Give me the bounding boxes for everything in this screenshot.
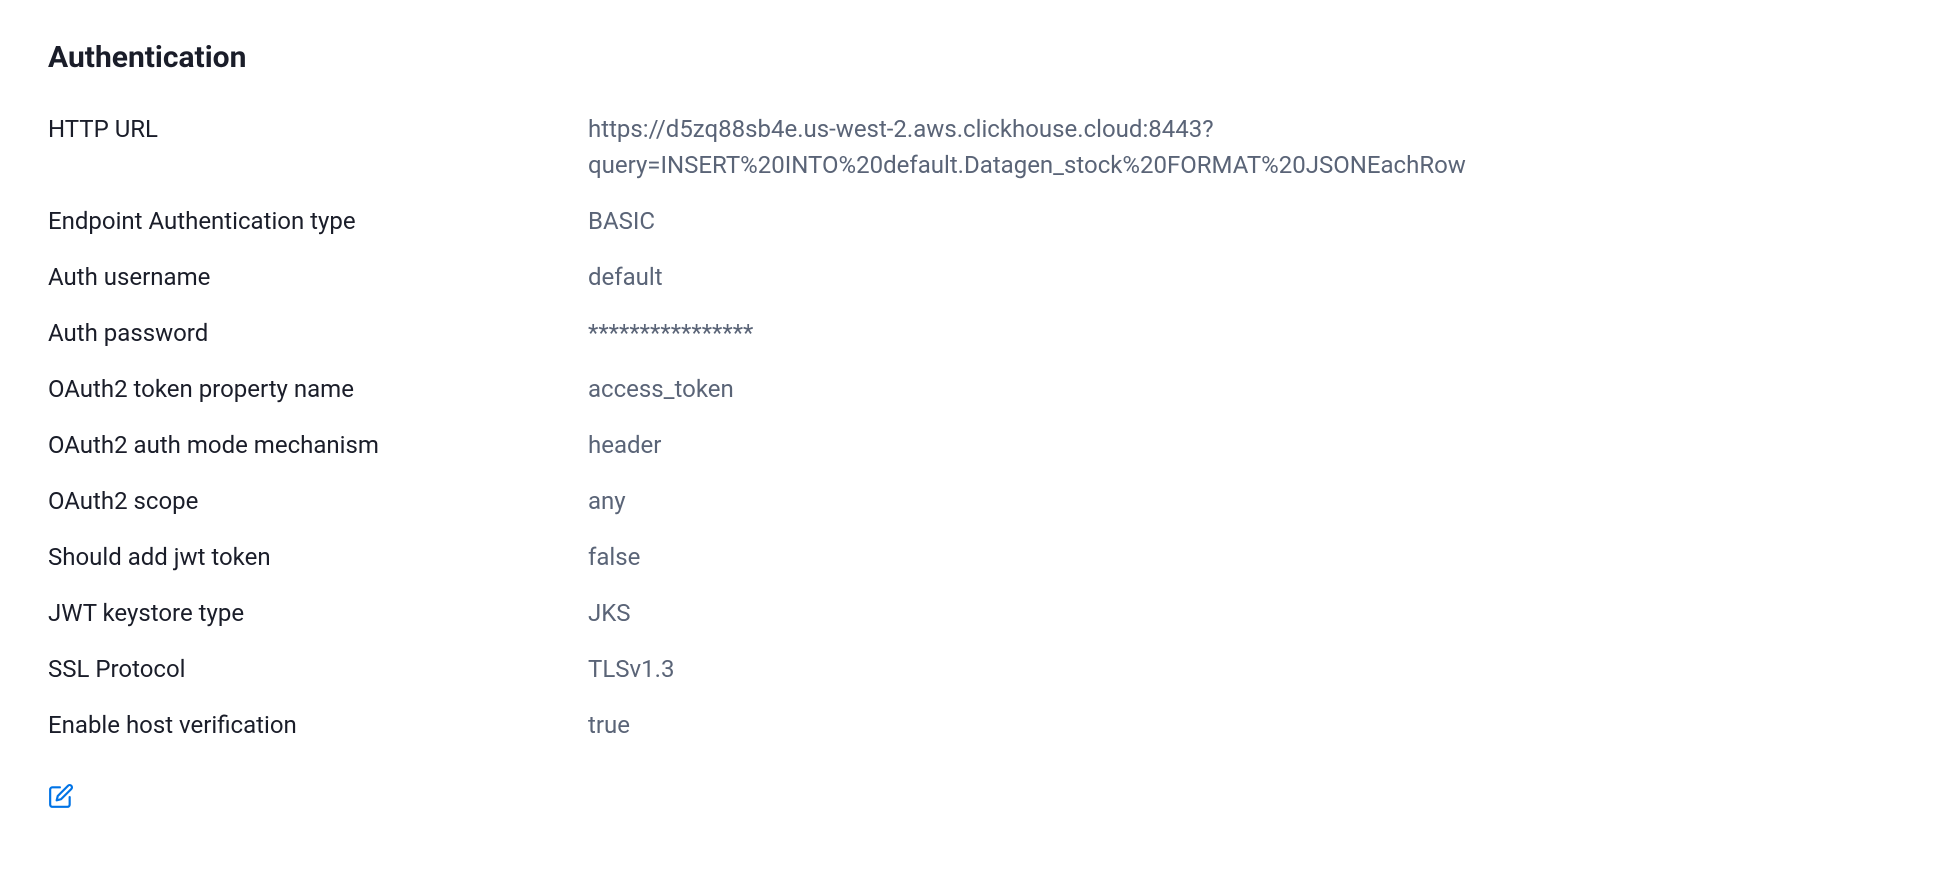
field-label: Enable host verification: [48, 707, 588, 743]
field-row-ssl-protocol: SSL Protocol TLSv1.3: [48, 651, 1896, 687]
field-row-auth-password: Auth password ****************: [48, 315, 1896, 351]
field-value: JKS: [588, 595, 1838, 631]
field-label: JWT keystore type: [48, 595, 588, 631]
field-value: ****************: [588, 315, 1838, 351]
section-title: Authentication: [48, 40, 1896, 75]
field-value: https://d5zq88sb4e.us-west-2.aws.clickho…: [588, 111, 1838, 183]
field-value: access_token: [588, 371, 1838, 407]
field-value: header: [588, 427, 1838, 463]
field-label: OAuth2 auth mode mechanism: [48, 427, 588, 463]
field-value: false: [588, 539, 1838, 575]
field-row-oauth2-token-property: OAuth2 token property name access_token: [48, 371, 1896, 407]
field-label: Endpoint Authentication type: [48, 203, 588, 239]
field-row-enable-host-verification: Enable host verification true: [48, 707, 1896, 743]
field-row-oauth2-scope: OAuth2 scope any: [48, 483, 1896, 519]
edit-icon[interactable]: [48, 783, 74, 809]
field-row-http-url: HTTP URL https://d5zq88sb4e.us-west-2.aw…: [48, 111, 1896, 183]
field-value: BASIC: [588, 203, 1838, 239]
field-row-jwt-keystore-type: JWT keystore type JKS: [48, 595, 1896, 631]
field-row-auth-username: Auth username default: [48, 259, 1896, 295]
field-label: Auth username: [48, 259, 588, 295]
field-label: OAuth2 scope: [48, 483, 588, 519]
field-value: default: [588, 259, 1838, 295]
field-label: Auth password: [48, 315, 588, 351]
field-row-endpoint-auth-type: Endpoint Authentication type BASIC: [48, 203, 1896, 239]
field-label: OAuth2 token property name: [48, 371, 588, 407]
field-value: any: [588, 483, 1838, 519]
field-label: SSL Protocol: [48, 651, 588, 687]
field-label: Should add jwt token: [48, 539, 588, 575]
field-value: TLSv1.3: [588, 651, 1838, 687]
field-label: HTTP URL: [48, 111, 588, 147]
field-value: true: [588, 707, 1838, 743]
field-row-should-add-jwt: Should add jwt token false: [48, 539, 1896, 575]
field-row-oauth2-auth-mode: OAuth2 auth mode mechanism header: [48, 427, 1896, 463]
